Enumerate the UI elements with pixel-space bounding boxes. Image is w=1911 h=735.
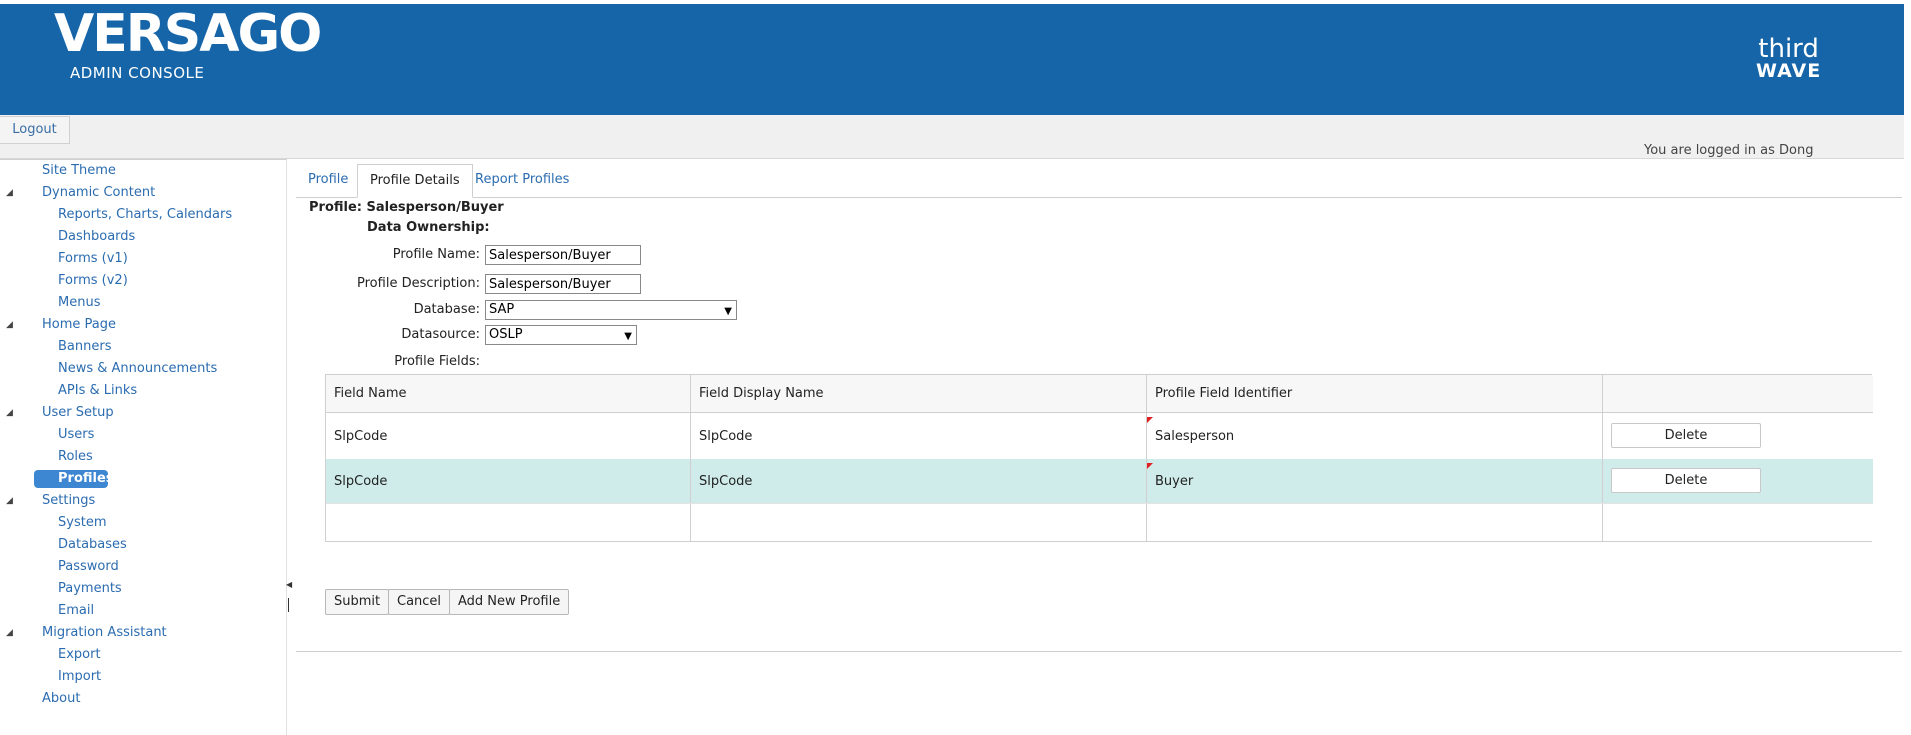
versago-logo: VERSAGO bbox=[54, 4, 322, 64]
table-row[interactable]: SlpCode SlpCode Buyer Delete bbox=[326, 459, 1873, 503]
sidebar-item-banners[interactable]: Banners bbox=[58, 338, 111, 356]
data-ownership-label: Data Ownership: bbox=[367, 220, 490, 235]
dirty-cell-flag-icon bbox=[1147, 463, 1153, 469]
empty-cell[interactable] bbox=[691, 504, 1147, 541]
chevron-down-icon: ▼ bbox=[724, 306, 732, 317]
delete-button[interactable]: Delete bbox=[1611, 468, 1761, 493]
profile-description-label: Profile Description: bbox=[357, 276, 480, 291]
column-header-display-name[interactable]: Field Display Name bbox=[691, 375, 1147, 412]
sidebar-item-dynamic-content[interactable]: Dynamic Content bbox=[42, 184, 155, 202]
tab-profile[interactable]: Profile bbox=[296, 164, 360, 198]
column-header-field-name[interactable]: Field Name bbox=[326, 375, 691, 412]
collapse-arrow-icon[interactable]: ◀ bbox=[286, 580, 292, 589]
brand-line-1: third bbox=[1758, 34, 1819, 64]
profile-description-input[interactable] bbox=[485, 274, 641, 294]
collapse-triangle-icon[interactable]: ◢ bbox=[6, 492, 13, 510]
sidebar-item-import[interactable]: Import bbox=[58, 668, 101, 686]
cell-identifier-text: Buyer bbox=[1155, 473, 1194, 489]
add-new-profile-button[interactable]: Add New Profile bbox=[449, 589, 570, 615]
datasource-select[interactable]: OSLP ▼ bbox=[485, 325, 637, 345]
database-select[interactable]: SAP ▼ bbox=[485, 300, 737, 320]
empty-cell[interactable] bbox=[326, 504, 691, 541]
sidebar-item-menus[interactable]: Menus bbox=[58, 294, 100, 312]
empty-cell[interactable] bbox=[1147, 504, 1603, 541]
cell-identifier-text: Salesperson bbox=[1155, 428, 1235, 444]
submit-button[interactable]: Submit bbox=[325, 589, 390, 615]
database-select-value: SAP bbox=[489, 302, 515, 317]
sidebar-item-forms-v2[interactable]: Forms (v2) bbox=[58, 272, 128, 290]
cell-display-name[interactable]: SlpCode bbox=[691, 459, 1147, 503]
table-row[interactable]: SlpCode SlpCode Salesperson Delete bbox=[326, 413, 1873, 459]
brand-line-2: WAVE bbox=[1756, 60, 1822, 82]
column-header-identifier[interactable]: Profile Field Identifier bbox=[1147, 375, 1603, 412]
sidebar-item-news[interactable]: News & Announcements bbox=[58, 360, 217, 378]
sidebar-item-system[interactable]: System bbox=[58, 514, 106, 532]
tab-profile-details[interactable]: Profile Details bbox=[357, 164, 473, 198]
sidebar-nav: Site Theme ◢ Dynamic Content Reports, Ch… bbox=[0, 159, 287, 735]
profile-name-input[interactable] bbox=[485, 245, 641, 265]
profile-fields-grid: Field Name Field Display Name Profile Fi… bbox=[325, 374, 1873, 542]
sidebar-item-dashboards[interactable]: Dashboards bbox=[58, 228, 135, 246]
cell-identifier[interactable]: Buyer bbox=[1147, 459, 1603, 503]
sidebar-item-home-page[interactable]: Home Page bbox=[42, 316, 116, 334]
logout-button[interactable]: Logout bbox=[0, 116, 70, 144]
chevron-down-icon: ▼ bbox=[624, 331, 632, 342]
sidebar-item-apis-links[interactable]: APIs & Links bbox=[58, 382, 137, 400]
sidebar-item-databases[interactable]: Databases bbox=[58, 536, 127, 554]
tab-report-profiles[interactable]: Report Profiles bbox=[463, 164, 581, 198]
cell-display-name[interactable]: SlpCode bbox=[691, 413, 1147, 459]
sidebar-item-users[interactable]: Users bbox=[58, 426, 94, 444]
app-header: VERSAGO ADMIN CONSOLE third WAVE bbox=[0, 4, 1904, 115]
logged-in-status: You are logged in as Dong bbox=[1644, 143, 1814, 158]
empty-new-row[interactable] bbox=[326, 503, 1873, 541]
sidebar-item-about[interactable]: About bbox=[42, 690, 80, 708]
thirdwave-logo: third WAVE bbox=[1756, 34, 1822, 82]
sidebar-item-email[interactable]: Email bbox=[58, 602, 94, 620]
cell-actions: Delete bbox=[1603, 459, 1873, 503]
sidebar-item-site-theme[interactable]: Site Theme bbox=[42, 162, 116, 180]
sidebar-item-export[interactable]: Export bbox=[58, 646, 101, 664]
sidebar-item-payments[interactable]: Payments bbox=[58, 580, 122, 598]
collapse-triangle-icon[interactable]: ◢ bbox=[6, 404, 13, 422]
sidebar-item-roles[interactable]: Roles bbox=[58, 448, 93, 466]
sidebar-item-reports[interactable]: Reports, Charts, Calendars bbox=[58, 206, 232, 224]
profile-fields-label: Profile Fields: bbox=[394, 354, 480, 369]
cell-field-name[interactable]: SlpCode bbox=[326, 459, 691, 503]
sidebar-item-password[interactable]: Password bbox=[58, 558, 119, 576]
dirty-cell-flag-icon bbox=[1147, 417, 1153, 423]
sidebar-item-settings[interactable]: Settings bbox=[42, 492, 95, 510]
cell-field-name[interactable]: SlpCode bbox=[326, 413, 691, 459]
sidebar-splitter[interactable]: ◀ bbox=[286, 580, 292, 612]
cell-identifier[interactable]: Salesperson bbox=[1147, 413, 1603, 459]
datasource-label: Datasource: bbox=[401, 327, 480, 342]
cancel-button[interactable]: Cancel bbox=[388, 589, 451, 615]
admin-console-subtitle: ADMIN CONSOLE bbox=[70, 64, 205, 82]
collapse-triangle-icon[interactable]: ◢ bbox=[6, 624, 13, 642]
profile-name-label: Profile Name: bbox=[392, 247, 480, 262]
sidebar-item-user-setup[interactable]: User Setup bbox=[42, 404, 114, 422]
sidebar-item-profiles[interactable]: Profiles bbox=[34, 470, 114, 488]
sidebar-item-forms-v1[interactable]: Forms (v1) bbox=[58, 250, 128, 268]
top-toolbar: Logout bbox=[0, 115, 1904, 159]
database-label: Database: bbox=[413, 302, 480, 317]
delete-button[interactable]: Delete bbox=[1611, 423, 1761, 448]
column-header-actions bbox=[1603, 375, 1873, 412]
grid-header-row: Field Name Field Display Name Profile Fi… bbox=[326, 375, 1873, 413]
profile-title: Profile: Salesperson/Buyer bbox=[309, 200, 504, 215]
collapse-triangle-icon[interactable]: ◢ bbox=[6, 184, 13, 202]
cell-actions: Delete bbox=[1603, 413, 1873, 459]
empty-cell bbox=[1603, 504, 1873, 541]
datasource-select-value: OSLP bbox=[489, 327, 523, 342]
collapse-triangle-icon[interactable]: ◢ bbox=[6, 316, 13, 334]
sidebar-item-migration[interactable]: Migration Assistant bbox=[42, 624, 167, 642]
splitter-handle[interactable] bbox=[288, 598, 289, 612]
